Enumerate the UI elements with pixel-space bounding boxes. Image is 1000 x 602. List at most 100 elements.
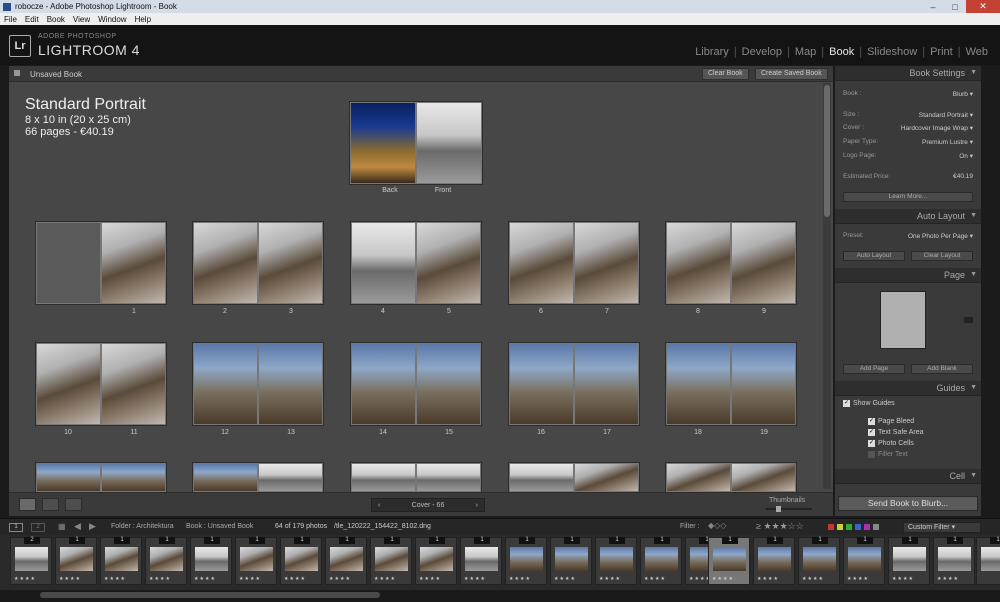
filmstrip-thumb[interactable]: 1 ★★★★ <box>798 537 840 585</box>
page-thumb[interactable] <box>666 343 731 425</box>
multi-page-view-button[interactable] <box>19 498 36 511</box>
show-guides-checkbox[interactable]: ✓ Show Guides <box>843 400 895 407</box>
spread-1[interactable] <box>35 221 167 305</box>
logo-page-row[interactable]: Logo Page: On ▾ <box>839 150 977 161</box>
filmstrip-thumb[interactable]: 1 ★★★★ <box>460 537 502 585</box>
spread-10[interactable] <box>665 342 797 426</box>
filmstrip-thumb[interactable]: 1 ★★★★ <box>933 537 975 585</box>
add-page-button[interactable]: Add Page <box>843 364 905 374</box>
menu-view[interactable]: View <box>69 15 94 24</box>
front-cover[interactable] <box>416 102 482 184</box>
spread-view-button[interactable] <box>42 498 59 511</box>
page-layout-preview[interactable] <box>880 291 926 349</box>
page-thumb[interactable] <box>574 222 639 304</box>
page-thumb[interactable] <box>351 343 416 425</box>
minimize-button[interactable]: – <box>922 0 944 13</box>
filmstrip-thumb[interactable]: 1 ★★★★ <box>190 537 232 585</box>
page-thumb[interactable] <box>193 222 258 304</box>
filmstrip-scroll-thumb[interactable] <box>40 592 380 598</box>
spread-13[interactable] <box>350 462 482 492</box>
spread-5[interactable] <box>665 221 797 305</box>
filmstrip-thumb[interactable]: 1 ★★★★ <box>325 537 367 585</box>
spread-9[interactable] <box>508 342 640 426</box>
secondary-display-button[interactable]: 2 <box>31 523 45 532</box>
maximize-button[interactable]: □ <box>944 0 966 13</box>
filmstrip-thumb[interactable]: 1 ★★★★ <box>235 537 277 585</box>
guides-header[interactable]: Guides ▼ <box>835 381 981 396</box>
page-thumb[interactable] <box>509 463 574 492</box>
cell-header[interactable]: Cell ▼ <box>835 469 981 484</box>
filmstrip-thumb[interactable]: 1 ★★★★ <box>640 537 682 585</box>
filmstrip-thumb[interactable]: 1 ★★★★ <box>55 537 97 585</box>
filmstrip-thumb[interactable]: 1 ★★★★ <box>415 537 457 585</box>
page-thumb[interactable] <box>574 343 639 425</box>
auto-layout-button[interactable]: Auto Layout <box>843 251 905 261</box>
rating-filter-icon[interactable]: ≥ ★★★☆☆ <box>756 521 804 532</box>
spread-12[interactable] <box>192 462 324 492</box>
size-row[interactable]: Size : Standard Portrait ▾ <box>839 109 977 120</box>
menu-window[interactable]: Window <box>94 15 130 24</box>
page-thumb[interactable] <box>416 343 481 425</box>
page-thumb[interactable] <box>193 463 258 492</box>
page-header[interactable]: Page ▼ <box>835 268 981 283</box>
page-thumb[interactable] <box>731 343 796 425</box>
menu-edit[interactable]: Edit <box>21 15 43 24</box>
menu-book[interactable]: Book <box>43 15 69 24</box>
filmstrip-thumb[interactable]: 1 ★★★★ <box>100 537 142 585</box>
page-thumb[interactable] <box>509 343 574 425</box>
scroll-thumb[interactable] <box>824 85 830 217</box>
filmstrip-thumb[interactable]: 1 ★★★★ <box>550 537 592 585</box>
add-blank-button[interactable]: Add Blank <box>911 364 973 374</box>
spread-15[interactable] <box>665 462 797 492</box>
flag-filter-icon[interactable]: ◆◇◇ <box>708 521 726 530</box>
filmstrip-thumb[interactable]: 1 ★★★★ <box>888 537 930 585</box>
page-thumb[interactable] <box>731 463 796 492</box>
page-thumb[interactable] <box>351 222 416 304</box>
spread-8[interactable] <box>350 342 482 426</box>
clear-book-button[interactable]: Clear Book <box>702 68 749 80</box>
page-thumb[interactable] <box>416 463 481 492</box>
clear-layout-button[interactable]: Clear Layout <box>911 251 973 261</box>
thumbnail-size-slider[interactable] <box>766 506 812 512</box>
prev-page-icon[interactable]: ‹ <box>378 502 380 509</box>
book-vendor-row[interactable]: Book : Blurb ▾ <box>839 88 977 99</box>
page-thumb[interactable] <box>36 463 101 492</box>
single-page-view-button[interactable] <box>65 498 82 511</box>
page-thumb[interactable] <box>666 222 731 304</box>
page-thumb[interactable] <box>36 343 101 425</box>
slider-knob[interactable] <box>776 506 781 512</box>
spread-7[interactable] <box>192 342 324 426</box>
cover-spread[interactable] <box>349 101 483 185</box>
page-thumb[interactable] <box>101 463 166 492</box>
page-thumb[interactable] <box>258 343 323 425</box>
spread-14[interactable] <box>508 462 640 492</box>
cover-row[interactable]: Cover : Hardcover Image Wrap ▾ <box>839 122 977 133</box>
spread-3[interactable] <box>350 221 482 305</box>
menu-help[interactable]: Help <box>131 15 155 24</box>
page-thumb[interactable] <box>509 222 574 304</box>
page-thumb[interactable] <box>574 463 639 492</box>
close-button[interactable]: ✕ <box>966 0 1000 13</box>
filler-text-checkbox[interactable]: Filler Text <box>868 451 908 458</box>
module-book[interactable]: Book <box>825 46 858 58</box>
filmstrip-thumb[interactable]: 1 ★★★★ <box>753 537 795 585</box>
back-cover[interactable] <box>350 102 416 184</box>
grid-icon[interactable]: ▦ <box>58 522 66 531</box>
blank-page[interactable] <box>36 222 101 304</box>
spread-6[interactable] <box>35 342 167 426</box>
spread-2[interactable] <box>192 221 324 305</box>
book-settings-header[interactable]: Book Settings ▼ <box>835 66 981 81</box>
page-bleed-checkbox[interactable]: ✓ Page Bleed <box>868 418 914 425</box>
learn-more-button[interactable]: Learn More... <box>843 192 973 202</box>
page-thumb[interactable] <box>258 463 323 492</box>
module-library[interactable]: Library <box>691 46 733 58</box>
page-thumb[interactable] <box>101 343 166 425</box>
folder-source[interactable]: Folder : Architektura <box>111 523 174 530</box>
preset-row[interactable]: Preset: One Photo Per Page ▾ <box>839 230 977 241</box>
filmstrip-thumb[interactable]: 2 ★★★★ <box>10 537 52 585</box>
next-page-icon[interactable]: › <box>476 502 478 509</box>
page-thumb[interactable] <box>666 463 731 492</box>
book-scrollbar[interactable] <box>823 83 831 489</box>
paper-type-row[interactable]: Paper Type: Premium Lustre ▾ <box>839 136 977 147</box>
color-label-filter[interactable] <box>828 524 879 530</box>
